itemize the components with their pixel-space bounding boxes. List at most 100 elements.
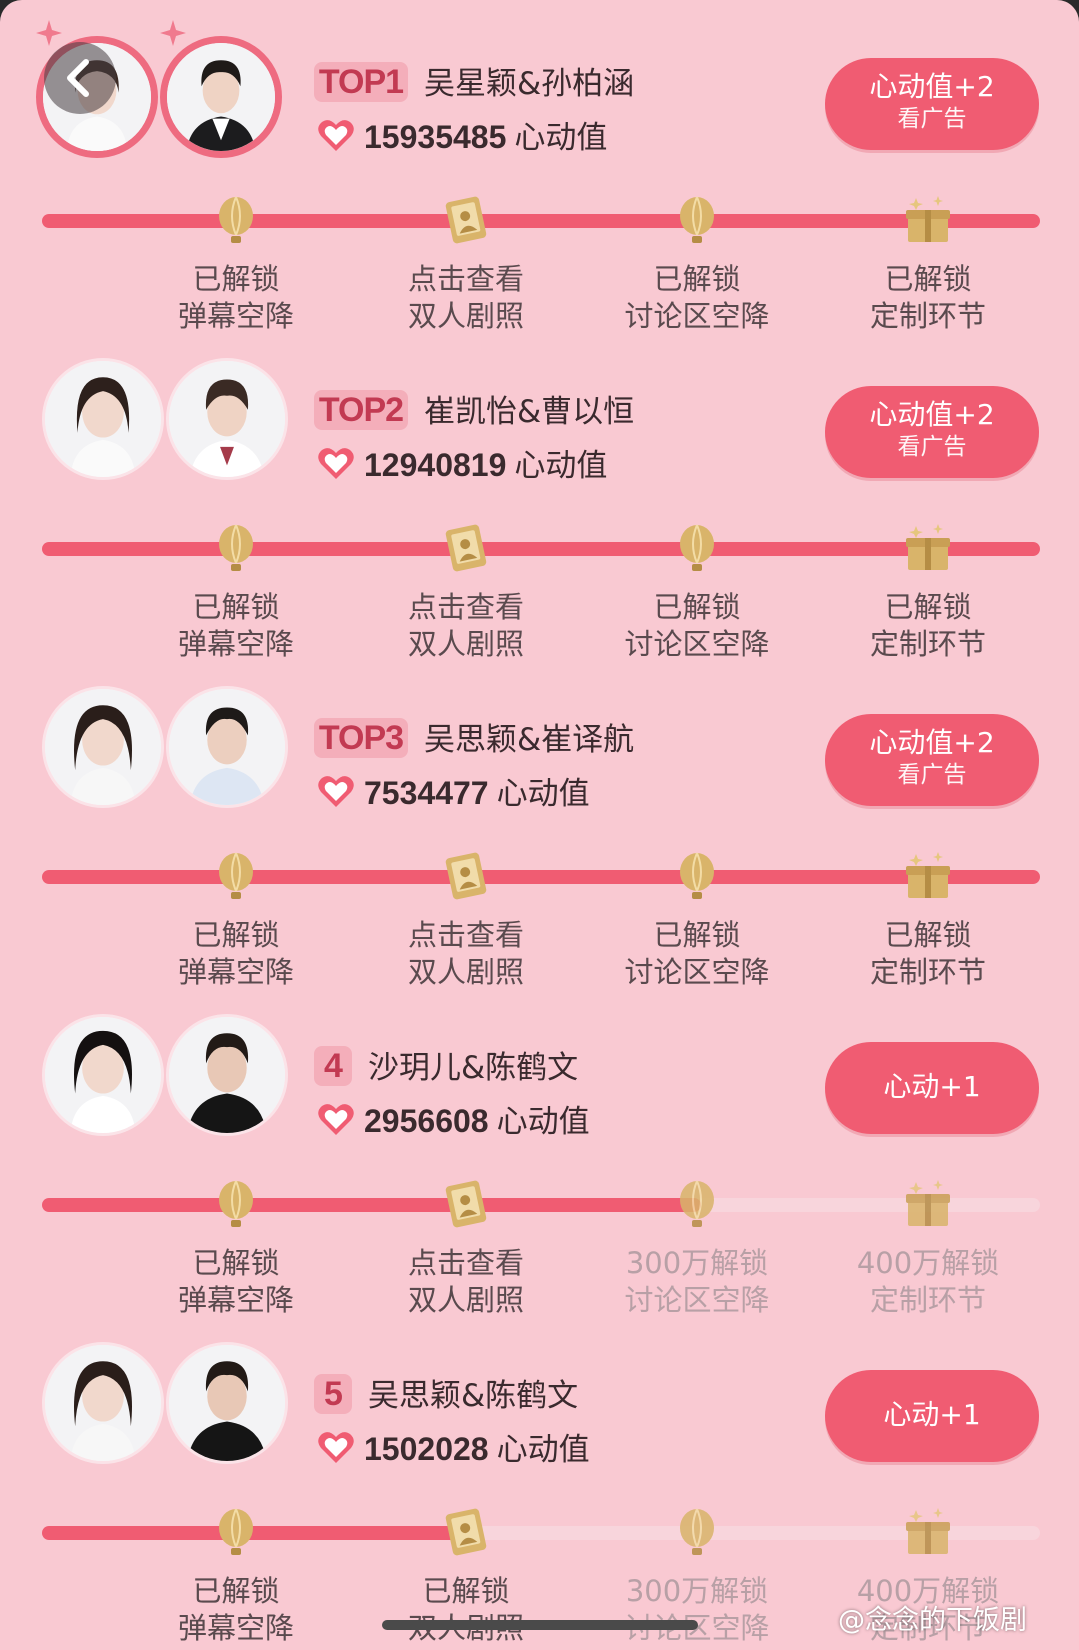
- boost-button[interactable]: 心动+1: [825, 1370, 1039, 1462]
- balloon-icon[interactable]: [210, 1506, 262, 1558]
- boost-button[interactable]: 心动值+2 看广告: [825, 714, 1039, 806]
- avatar-male[interactable]: [160, 36, 282, 158]
- balloon-icon[interactable]: [671, 850, 723, 902]
- boost-label: 心动值+2: [869, 70, 995, 103]
- gift-box-icon[interactable]: [902, 1506, 954, 1558]
- avatar-male[interactable]: [166, 1342, 288, 1464]
- ranking-page: TOP1 吴星颖&孙柏涵 15935485 心动值 心动值+2 看广告 已解锁 弹幕空…: [0, 0, 1079, 1650]
- heart-icon: [316, 444, 356, 484]
- balloon-icon[interactable]: [210, 522, 262, 574]
- rank-badge: TOP2: [314, 390, 408, 430]
- rank-badge: 5: [314, 1374, 352, 1414]
- ranking-entry: 4 沙玥儿&陈鹤文 2956608 心动值 心动+1 已解锁 弹幕空降 点击查看 双人…: [0, 1002, 1079, 1330]
- progress-track: [42, 870, 1040, 884]
- score-value: 1502028: [364, 1431, 489, 1467]
- avatar-male[interactable]: [166, 358, 288, 480]
- boost-label: 心动+1: [883, 1398, 981, 1431]
- sparkle-icon: [160, 20, 186, 46]
- balloon-icon[interactable]: [671, 1178, 723, 1230]
- progress-fill: [42, 214, 1040, 228]
- home-indicator[interactable]: [382, 1620, 698, 1630]
- milestone-reward: 讨论区空降: [624, 627, 770, 661]
- rank-badge: TOP1: [314, 62, 408, 102]
- milestone-label: 400万解锁 定制环节: [828, 1245, 1028, 1319]
- balloon-icon[interactable]: [671, 1506, 723, 1558]
- photo-card-icon[interactable]: [440, 522, 492, 574]
- gift-box-icon[interactable]: [902, 194, 954, 246]
- heart-score: 2956608 心动值: [364, 1098, 590, 1144]
- milestone-reward: 弹幕空降: [177, 955, 294, 989]
- avatar-female[interactable]: [42, 1014, 164, 1136]
- milestone-label: 已解锁双人剧照: [366, 1573, 566, 1647]
- milestone-status: 300万解锁: [625, 1246, 769, 1280]
- progress-fill: [42, 542, 1040, 556]
- milestone-status: 已解锁: [422, 1574, 510, 1608]
- milestone-reward: 讨论区空降: [624, 955, 770, 989]
- heart-icon: [316, 1428, 356, 1468]
- heart-icon: [316, 1100, 356, 1140]
- score-value: 7534477: [364, 775, 489, 811]
- milestone-label: 点击查看 双人剧照: [366, 1245, 566, 1319]
- balloon-icon[interactable]: [671, 522, 723, 574]
- pair-names: 吴思颖&崔译航: [424, 722, 635, 758]
- photo-card-icon[interactable]: [440, 1506, 492, 1558]
- balloon-icon[interactable]: [210, 850, 262, 902]
- milestone-label: 已解锁 弹幕空降: [136, 1573, 336, 1647]
- milestone-status: 300万解锁: [625, 1574, 769, 1608]
- milestone-status: 已解锁: [653, 918, 741, 952]
- avatar-female[interactable]: [42, 358, 164, 480]
- avatar-male[interactable]: [166, 1014, 288, 1136]
- milestone-reward: 弹幕空降: [177, 627, 294, 661]
- photo-card-icon[interactable]: [440, 194, 492, 246]
- watch-ad-label: 看广告: [897, 434, 967, 460]
- milestone-status: 已解锁: [192, 590, 280, 624]
- progress-track: [42, 1198, 1040, 1212]
- progress-track: [42, 542, 1040, 556]
- gift-box-icon[interactable]: [902, 850, 954, 902]
- score-unit: 心动值: [496, 776, 590, 812]
- pair-names: 沙玥儿&陈鹤文: [368, 1050, 579, 1086]
- watermark: @念念的下饭剧: [838, 1605, 1027, 1636]
- avatar-female[interactable]: [42, 686, 164, 808]
- milestone-status: 已解锁: [653, 262, 741, 296]
- milestone-reward: 弹幕空降: [177, 1611, 294, 1645]
- balloon-icon[interactable]: [210, 194, 262, 246]
- milestone-status: 已解锁: [884, 918, 972, 952]
- milestone-status: 已解锁: [192, 918, 280, 952]
- gift-box-icon[interactable]: [902, 1178, 954, 1230]
- milestone-reward: 弹幕空降: [177, 1283, 294, 1317]
- balloon-icon[interactable]: [210, 1178, 262, 1230]
- boost-button[interactable]: 心动值+2 看广告: [825, 386, 1039, 478]
- heart-icon: [316, 772, 356, 812]
- avatar-female[interactable]: [42, 1342, 164, 1464]
- score-value: 12940819: [364, 447, 507, 483]
- heart-score: 1502028 心动值: [364, 1426, 590, 1472]
- balloon-icon[interactable]: [671, 194, 723, 246]
- milestone-label: 已解锁 讨论区空降: [597, 261, 797, 335]
- milestone-label: 已解锁 弹幕空降: [136, 917, 336, 991]
- milestone-label: 已解锁 定制环节: [828, 917, 1028, 991]
- avatar-male[interactable]: [166, 686, 288, 808]
- ranking-entry: TOP1 吴星颖&孙柏涵 15935485 心动值 心动值+2 看广告 已解锁 弹幕空…: [0, 18, 1079, 346]
- milestone-reward: 定制环节: [869, 627, 986, 661]
- photo-card-icon[interactable]: [440, 850, 492, 902]
- gift-box-icon[interactable]: [902, 522, 954, 574]
- score-unit: 心动值: [514, 120, 608, 156]
- milestone-label: 已解锁 讨论区空降: [597, 917, 797, 991]
- boost-button[interactable]: 心动+1: [825, 1042, 1039, 1134]
- milestone-label: 点击查看 双人剧照: [366, 917, 566, 991]
- milestone-reward: 双人剧照: [407, 627, 524, 661]
- watch-ad-label: 看广告: [897, 106, 967, 132]
- progress-track: [42, 214, 1040, 228]
- photo-card-icon[interactable]: [440, 1178, 492, 1230]
- progress-fill: [42, 1198, 701, 1212]
- ranking-entry: TOP2 崔凯怡&曹以恒 12940819 心动值 心动值+2 看广告 已解锁 弹幕空…: [0, 346, 1079, 674]
- ranking-entry: TOP3 吴思颖&崔译航 7534477 心动值 心动值+2 看广告 已解锁 弹幕空降…: [0, 674, 1079, 1002]
- score-unit: 心动值: [514, 448, 608, 484]
- back-button[interactable]: [44, 42, 116, 114]
- progress-track: [42, 1526, 1040, 1540]
- boost-button[interactable]: 心动值+2 看广告: [825, 58, 1039, 150]
- milestone-label: 已解锁 弹幕空降: [136, 589, 336, 663]
- progress-fill: [42, 870, 1040, 884]
- milestone-reward: 定制环节: [869, 299, 986, 333]
